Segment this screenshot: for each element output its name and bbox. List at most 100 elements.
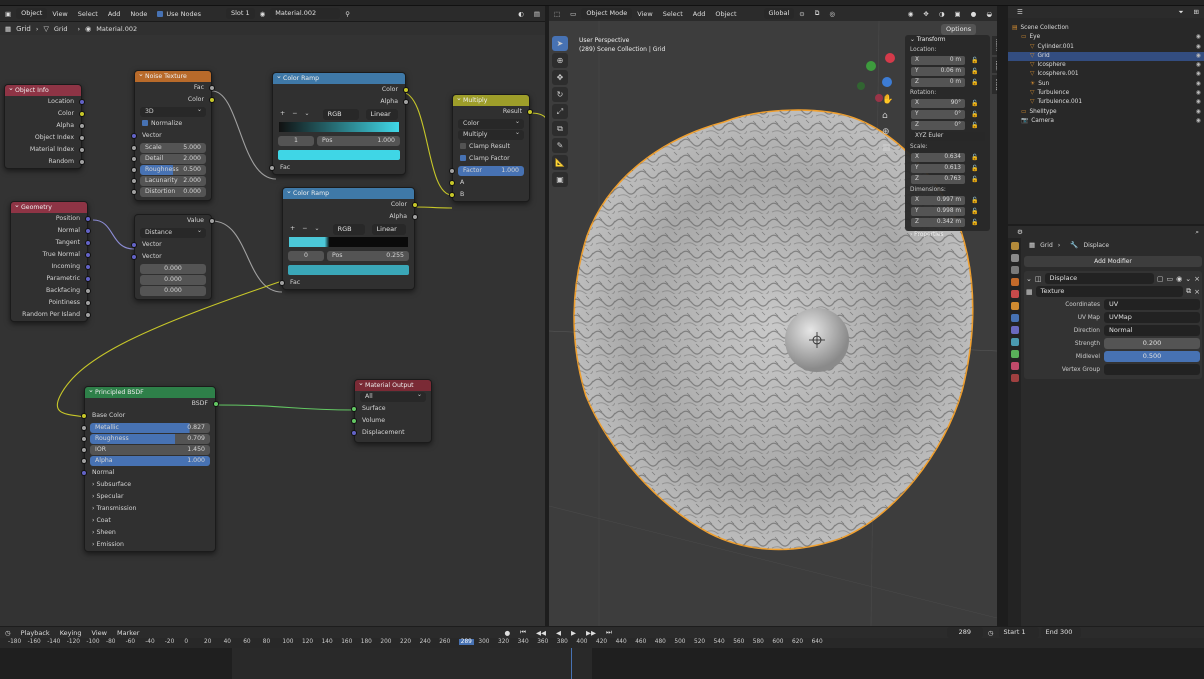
- remove-stop-button[interactable]: −: [302, 223, 307, 235]
- socket[interactable]: [85, 276, 91, 282]
- outliner-item[interactable]: ▽ Grid ◉: [1008, 51, 1204, 62]
- collapse-chevron-icon[interactable]: ⌄: [1026, 275, 1032, 283]
- output-tab-icon[interactable]: [1010, 266, 1019, 274]
- add-stop-button[interactable]: +: [280, 108, 285, 120]
- outliner-item[interactable]: ▽ Icosphere.001 ◉: [1008, 70, 1204, 79]
- outliner-item[interactable]: 📷 Camera ◉: [1008, 117, 1204, 126]
- record-icon[interactable]: ●: [499, 629, 515, 637]
- modifier-tab-icon[interactable]: [1010, 314, 1019, 322]
- timeline-editor-icon[interactable]: ◷: [0, 629, 16, 637]
- dimensions-y-field[interactable]: Y 0.998 m: [911, 207, 965, 216]
- scale-x-field[interactable]: X 0.634: [911, 153, 965, 162]
- socket[interactable]: [79, 111, 85, 117]
- socket[interactable]: [85, 252, 91, 258]
- menu-select[interactable]: Select: [658, 10, 688, 18]
- socket[interactable]: [412, 202, 418, 208]
- factor-field[interactable]: Factor 1.000: [449, 166, 524, 176]
- texture-browse-icon[interactable]: ▦: [1026, 288, 1033, 296]
- outliner-item[interactable]: ▽ Cylinder.001 ◉: [1008, 43, 1204, 52]
- visibility-eye-icon[interactable]: ◉: [1196, 70, 1201, 79]
- socket[interactable]: [131, 145, 137, 151]
- editmode-toggle-icon[interactable]: ▢: [1157, 275, 1164, 283]
- 3d-viewport[interactable]: ⬚ ▭ Object Mode View Select Add Object G…: [549, 6, 997, 626]
- sidebar-tab-view[interactable]: View: [992, 75, 997, 95]
- filter-icon[interactable]: ⏷: [1173, 8, 1188, 17]
- select-box-icon[interactable]: ▭: [565, 10, 581, 18]
- end-frame-field[interactable]: End 300: [1040, 627, 1081, 638]
- texture-unlink-icon[interactable]: ×: [1194, 288, 1200, 296]
- socket[interactable]: [79, 135, 85, 141]
- physics-tab-icon[interactable]: [1010, 338, 1019, 346]
- color-ramp-gradient[interactable]: [279, 122, 399, 132]
- ramp-menu-button[interactable]: ⌄: [314, 223, 319, 235]
- socket[interactable]: [131, 156, 137, 162]
- socket[interactable]: [131, 254, 137, 260]
- scale-z-field[interactable]: Z 0.763: [911, 175, 965, 184]
- next-keyframe-icon[interactable]: ▶▶: [581, 629, 601, 637]
- jump-end-icon[interactable]: ⏭: [601, 628, 617, 637]
- node-title[interactable]: Object Info: [5, 83, 81, 96]
- checkbox-icon[interactable]: [460, 143, 466, 149]
- pan-hand-icon[interactable]: ✋: [882, 92, 893, 108]
- uvmap-field[interactable]: UVMap: [1104, 312, 1200, 323]
- bsdf-metallic-field[interactable]: Metallic 0.827: [81, 423, 210, 433]
- viewport-editor-icon[interactable]: ⬚: [549, 10, 565, 18]
- data-tab-icon[interactable]: [1010, 350, 1019, 358]
- bsdf-panel-subsurface[interactable]: › Subsurface: [85, 479, 215, 491]
- modifier-name-field[interactable]: Displace: [1044, 273, 1154, 284]
- checkbox-icon[interactable]: [460, 155, 466, 161]
- node-title[interactable]: Color Ramp: [273, 71, 405, 84]
- stop-color-swatch[interactable]: [278, 150, 400, 160]
- rotate-icon[interactable]: ↻: [552, 87, 568, 102]
- socket[interactable]: [85, 300, 91, 306]
- visibility-eye-icon[interactable]: ◉: [1196, 89, 1201, 98]
- outliner-item[interactable]: ▤ Scene Collection: [1008, 24, 1204, 33]
- shading-solid-icon[interactable]: ●: [966, 10, 982, 18]
- socket[interactable]: [79, 123, 85, 129]
- socket[interactable]: [449, 180, 455, 186]
- node-object-info[interactable]: Object Info Location Color Alpha Object …: [4, 83, 85, 169]
- outliner-item[interactable]: ☀ Sun ◉: [1008, 80, 1204, 89]
- interaction-mode-dropdown[interactable]: Object Mode: [581, 8, 633, 19]
- add-modifier-button[interactable]: Add Modifier: [1024, 256, 1202, 267]
- color-mode-dropdown[interactable]: RGB: [322, 108, 359, 120]
- rotation-z-field[interactable]: Z 0°: [911, 121, 965, 130]
- properties-editor-icon[interactable]: ⚙: [1012, 228, 1028, 236]
- tool-tab-icon[interactable]: [1010, 242, 1019, 250]
- sidebar-tab-tool[interactable]: Tool: [992, 56, 997, 74]
- texture-field[interactable]: Texture: [1035, 286, 1184, 297]
- prev-keyframe-icon[interactable]: ◀◀: [531, 629, 551, 637]
- socket[interactable]: [131, 178, 137, 184]
- node-material-output[interactable]: Material Output All Surface Volume Displ…: [351, 378, 432, 443]
- search-icon[interactable]: ⌕: [1190, 228, 1204, 237]
- visibility-eye-icon[interactable]: ◉: [1196, 80, 1201, 89]
- render-toggle-icon[interactable]: ◉: [1176, 275, 1182, 283]
- overlays-icon[interactable]: ◑: [934, 10, 950, 18]
- socket[interactable]: [81, 458, 87, 464]
- bsdf-panel-sheen[interactable]: › Sheen: [85, 527, 215, 539]
- object-tab-icon[interactable]: [1010, 302, 1019, 310]
- lock-icon[interactable]: 🔓: [971, 165, 978, 172]
- snap-icon[interactable]: ⧉: [810, 9, 825, 18]
- stop-index-field[interactable]: 0: [288, 251, 324, 261]
- visibility-eye-icon[interactable]: ◉: [1196, 52, 1201, 61]
- sidebar-tab-item[interactable]: Item: [992, 36, 997, 55]
- math-operation-dropdown[interactable]: Distance: [140, 226, 206, 238]
- stop-pos-field[interactable]: Pos 0.255: [327, 251, 409, 261]
- node-principled-bsdf[interactable]: Principled BSDF BSDF Base Color Metallic…: [81, 385, 219, 552]
- interpolation-dropdown[interactable]: Linear: [371, 223, 406, 235]
- gizmo-icon[interactable]: ✥: [918, 10, 933, 18]
- socket[interactable]: [81, 413, 87, 419]
- scale-icon[interactable]: ⤢: [552, 104, 568, 119]
- node-color-ramp-2[interactable]: Color Ramp Color Alpha +−⌄ RGB Linear 0 …: [279, 186, 418, 290]
- socket[interactable]: [131, 189, 137, 195]
- lock-icon[interactable]: 🔓: [971, 111, 978, 118]
- menu-view[interactable]: View: [87, 629, 112, 637]
- socket[interactable]: [81, 470, 87, 476]
- socket[interactable]: [403, 99, 409, 105]
- socket[interactable]: [449, 192, 455, 198]
- socket[interactable]: [85, 264, 91, 270]
- lock-icon[interactable]: 🔓: [971, 154, 978, 161]
- rotation-x-field[interactable]: X 90°: [911, 99, 965, 108]
- annotate-icon[interactable]: ✎: [552, 138, 568, 153]
